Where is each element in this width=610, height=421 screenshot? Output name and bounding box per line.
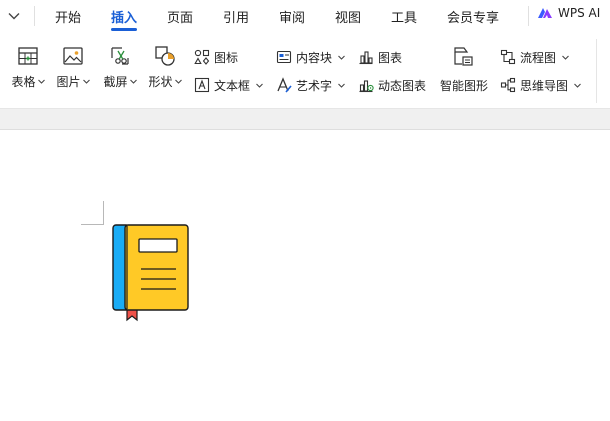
- chevron-down-icon: [174, 79, 182, 84]
- picture-button[interactable]: 图片: [53, 45, 93, 90]
- bar-chart-icon: [359, 51, 373, 65]
- picture-label: 图片: [56, 75, 81, 89]
- tab-view[interactable]: 视图: [335, 7, 361, 26]
- icon-button[interactable]: 图标: [194, 48, 238, 66]
- chevron-down-icon: [8, 13, 20, 20]
- table-button[interactable]: 表格: [8, 45, 48, 90]
- tab-insert[interactable]: 插入: [111, 7, 137, 26]
- screenshot-label: 截屏: [103, 75, 128, 89]
- tab-member[interactable]: 会员专享: [447, 7, 499, 26]
- wordart-label: 艺术字: [296, 78, 333, 93]
- icon-label: 图标: [214, 50, 239, 65]
- shape-label: 形状: [148, 75, 173, 89]
- wps-ai-label: WPS AI: [558, 6, 601, 20]
- page-margin-marker: [81, 201, 104, 225]
- dynamic-chart-label: 动态图表: [378, 78, 427, 93]
- textbox-button[interactable]: 文本框: [194, 76, 263, 94]
- smart-graphic-label: 智能图形: [440, 78, 489, 93]
- ribbon-divider: [596, 39, 597, 103]
- chevron-down-icon: [82, 79, 90, 84]
- wordart-button[interactable]: 艺术字: [276, 76, 345, 94]
- insert-ribbon: 表格 图片 截屏 形状 图标 内容块 图表 流程图 文本框 艺术字 动态图表 智…: [0, 33, 610, 108]
- content-block-label: 内容块: [296, 50, 333, 65]
- wordart-icon: [277, 77, 292, 93]
- content-block-icon: [276, 50, 292, 64]
- document-canvas[interactable]: [0, 130, 610, 421]
- chart-label: 图表: [378, 50, 403, 65]
- tab-start[interactable]: 开始: [55, 7, 81, 26]
- textbox-icon: [194, 77, 210, 93]
- tab-review[interactable]: 审阅: [279, 7, 305, 26]
- scissors-icon: [111, 47, 129, 65]
- menu-bar: 开始 插入 页面 引用 审阅 视图 工具 会员专享 WPS AI: [0, 0, 610, 33]
- chevron-down-icon: [37, 79, 45, 84]
- flowchart-label: 流程图: [520, 50, 557, 65]
- content-block-button[interactable]: 内容块: [276, 48, 345, 66]
- icon-library-icon: [194, 49, 210, 65]
- collapse-ribbon-button[interactable]: [6, 8, 22, 24]
- chevron-down-icon: [574, 83, 581, 88]
- chevron-down-icon: [338, 55, 345, 60]
- flowchart-button[interactable]: 流程图: [500, 48, 569, 66]
- ruler-band: [0, 108, 610, 130]
- screenshot-button[interactable]: 截屏: [100, 45, 140, 90]
- tab-references[interactable]: 引用: [223, 7, 249, 26]
- menu-divider: [528, 6, 529, 26]
- flowchart-icon: [500, 49, 516, 65]
- shapes-icon: [155, 46, 175, 66]
- dynamic-chart-icon: [359, 80, 374, 93]
- mindmap-button[interactable]: 思维导图: [500, 76, 581, 94]
- table-label: 表格: [11, 75, 36, 89]
- smart-graphic-button[interactable]: 智能图形: [440, 76, 488, 94]
- smart-graphic-icon: [454, 47, 473, 66]
- chevron-down-icon: [256, 83, 263, 88]
- tab-page[interactable]: 页面: [167, 7, 193, 26]
- shape-button[interactable]: 形状: [145, 45, 185, 90]
- wps-ai-logo-icon: [538, 8, 552, 18]
- picture-icon: [63, 47, 83, 65]
- menu-divider: [34, 6, 35, 26]
- chevron-down-icon: [129, 79, 137, 84]
- book-icon[interactable]: [111, 223, 191, 323]
- mindmap-icon: [500, 77, 516, 93]
- tab-tools[interactable]: 工具: [391, 7, 417, 26]
- active-tab-indicator: [111, 28, 137, 31]
- wps-ai-button[interactable]: WPS AI: [537, 6, 600, 20]
- chevron-down-icon: [562, 55, 569, 60]
- table-icon: [18, 47, 38, 65]
- dynamic-chart-button[interactable]: 动态图表: [358, 76, 426, 94]
- chart-button[interactable]: 图表: [358, 48, 402, 66]
- textbox-label: 文本框: [214, 78, 251, 93]
- chevron-down-icon: [338, 83, 345, 88]
- mindmap-label: 思维导图: [520, 78, 569, 93]
